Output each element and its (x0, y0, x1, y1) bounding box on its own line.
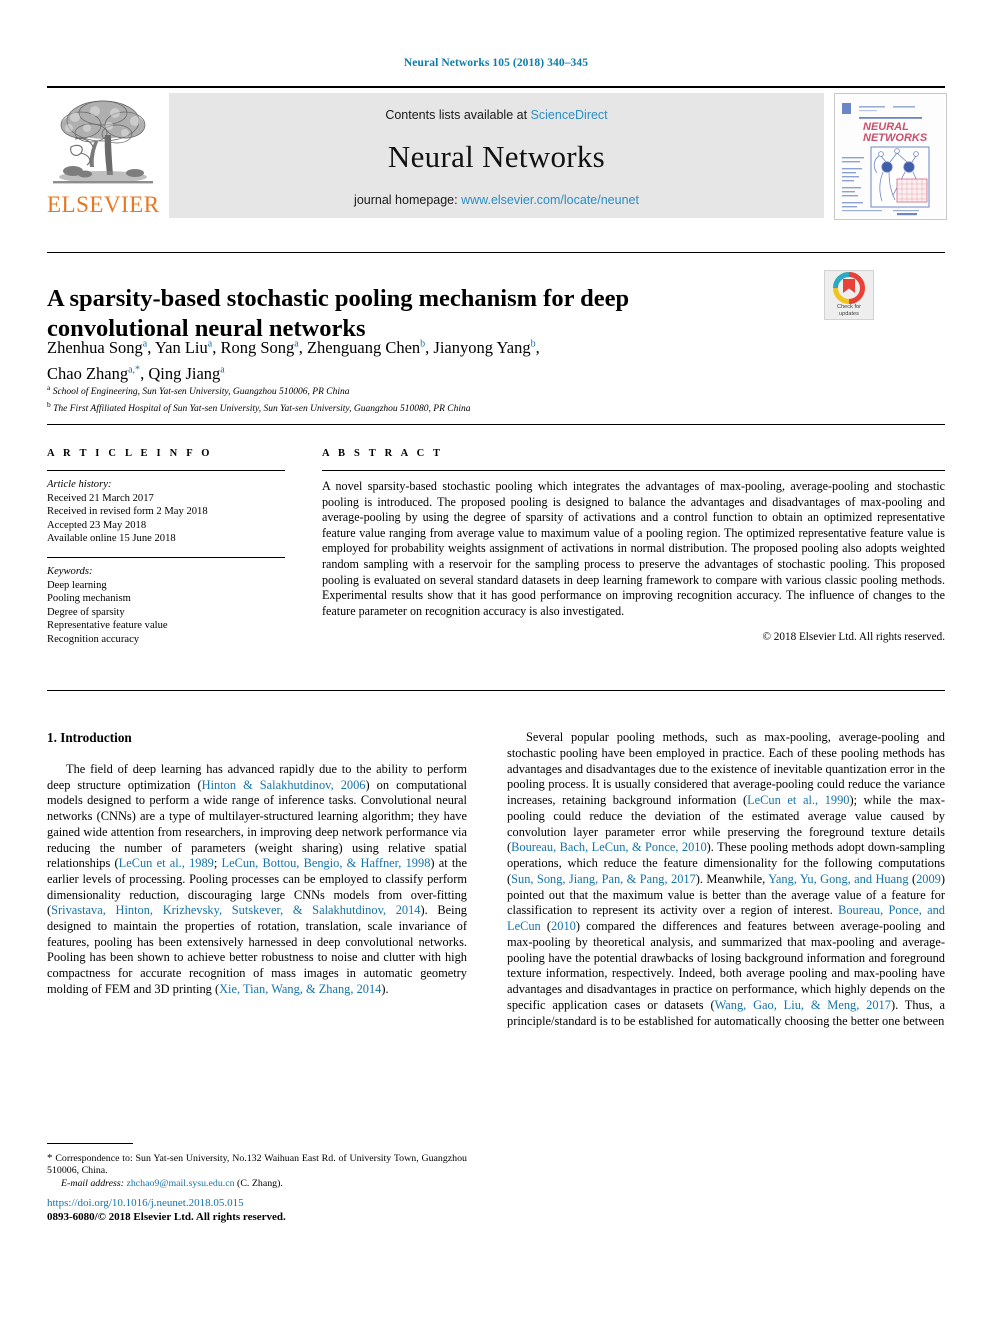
article-info-heading: A R T I C L E I N F O (47, 448, 213, 459)
abstract-column: A B S T R A C T A novel sparsity-based s… (322, 448, 945, 643)
journal-band: Contents lists available at ScienceDirec… (169, 93, 824, 218)
footnote-rule (47, 1143, 133, 1144)
email-link[interactable]: zhchao9@mail.sysu.edu.cn (126, 1178, 234, 1189)
elsevier-logo: ELSEVIER (47, 93, 159, 218)
affiliation-a: a School of Engineering, Sun Yat-sen Uni… (47, 382, 747, 399)
journal-masthead: ELSEVIER Contents lists available at Sci… (47, 86, 947, 222)
affiliation-text: School of Engineering, Sun Yat-sen Unive… (52, 387, 350, 398)
keyword-item: Pooling mechanism (47, 593, 131, 605)
elsevier-wordmark: ELSEVIER (47, 192, 160, 217)
journal-homepage-line: journal homepage: www.elsevier.com/locat… (169, 193, 824, 207)
body-column-right: Several popular pooling methods, such as… (507, 730, 945, 1029)
keyword-item: Deep learning (47, 579, 107, 591)
journal-title: Neural Networks (387, 139, 606, 174)
abstract-heading: A B S T R A C T (322, 448, 444, 459)
keywords-rule (47, 556, 285, 558)
author-mark: a (142, 338, 148, 349)
homepage-prefix: journal homepage: (354, 193, 458, 207)
affiliation-b: b The First Affiliated Hospital of Sun Y… (47, 399, 747, 416)
abstract-text: A novel sparsity-based stochastic poolin… (322, 479, 945, 618)
author-mark: a (220, 364, 225, 376)
intro-paragraph-right: Several popular pooling methods, such as… (507, 730, 945, 1028)
author-mark: a (294, 338, 299, 349)
info-band-top-rule (47, 424, 945, 425)
crossmark-badge[interactable]: Check for updates (824, 270, 874, 320)
correspondence-footnote: * Correspondence to: Sun Yat-sen Univers… (47, 1152, 467, 1190)
keywords-block: Keywords: Deep learning Pooling mechanis… (47, 565, 285, 647)
keyword-item: Degree of sparsity (47, 606, 125, 618)
intro-paragraph-left: The field of deep learning has advanced … (47, 762, 468, 996)
crossmark-label: Check for updates (825, 304, 873, 317)
article-info-rule (47, 470, 285, 471)
issn-copyright-line: 0893-6080/© 2018 Elsevier Ltd. All right… (47, 1211, 286, 1223)
contents-prefix: Contents lists available at (385, 108, 528, 122)
keywords-label: Keywords: (47, 565, 93, 577)
journal-cover-thumbnail: NEURAL NETWORKS (834, 93, 947, 220)
email-label: E-mail address: (61, 1177, 124, 1189)
keyword-item: Recognition accuracy (47, 633, 140, 645)
author-mark: b (420, 338, 426, 349)
info-band-bottom-rule (47, 690, 945, 691)
paper-page: Neural Networks 105 (2018) 340–345 ELSEV… (0, 0, 992, 1323)
author-mark: b (530, 338, 536, 349)
journal-homepage-link[interactable]: www.elsevier.com/locate/neunet (461, 193, 639, 207)
author-mark-corresponding: a,* (128, 364, 141, 376)
affiliation-mark: b (47, 399, 51, 409)
correspondence-text: * Correspondence to: Sun Yat-sen Univers… (47, 1152, 467, 1177)
history-item: Received in revised form 2 May 2018 (47, 506, 208, 518)
history-item: Received 21 March 2017 (47, 492, 154, 504)
affiliation-list: a School of Engineering, Sun Yat-sen Uni… (47, 382, 747, 415)
history-item: Accepted 23 May 2018 (47, 519, 147, 531)
copyright-line: © 2018 Elsevier Ltd. All rights reserved… (762, 631, 946, 644)
author-line-1: Zhenhua Songa, Yan Liua, Rong Songa, Zhe… (47, 337, 540, 357)
sciencedirect-link[interactable]: ScienceDirect (531, 108, 608, 122)
crossmark-icon (833, 272, 865, 304)
history-item: Available online 15 June 2018 (47, 533, 176, 545)
author-line-2: Chao Zhanga,*, Qing Jianga (47, 364, 225, 383)
running-head: Neural Networks 105 (2018) 340–345 (403, 57, 589, 69)
affiliation-text: The First Affiliated Hospital of Sun Yat… (53, 403, 471, 414)
crossmark-label-line2: updates (839, 310, 859, 317)
article-history-block: Article history: Received 21 March 2017 … (47, 478, 285, 546)
abstract-rule (322, 470, 945, 471)
title-divider (47, 252, 945, 253)
contents-available-line: Contents lists available at ScienceDirec… (169, 108, 824, 122)
doi-link[interactable]: https://doi.org/10.1016/j.neunet.2018.05… (47, 1196, 487, 1210)
article-info-column: A R T I C L E I N F O Article history: R… (47, 448, 285, 647)
svg-text:NETWORKS: NETWORKS (863, 132, 928, 144)
author-list: Zhenhua Songa, Yan Liua, Rong Songa, Zhe… (47, 332, 737, 385)
body-column-left: 1. Introduction The field of deep learni… (47, 730, 467, 998)
section-heading-introduction: 1. Introduction (47, 730, 132, 745)
elsevier-tree-icon (51, 95, 155, 191)
affiliation-mark: a (47, 383, 51, 392)
email-suffix: (C. Zhang). (237, 1177, 283, 1189)
author-mark: a (207, 338, 213, 349)
page-footer: https://doi.org/10.1016/j.neunet.2018.05… (47, 1196, 487, 1224)
article-history-label: Article history: (47, 479, 112, 490)
keyword-item: Representative feature value (47, 620, 168, 632)
